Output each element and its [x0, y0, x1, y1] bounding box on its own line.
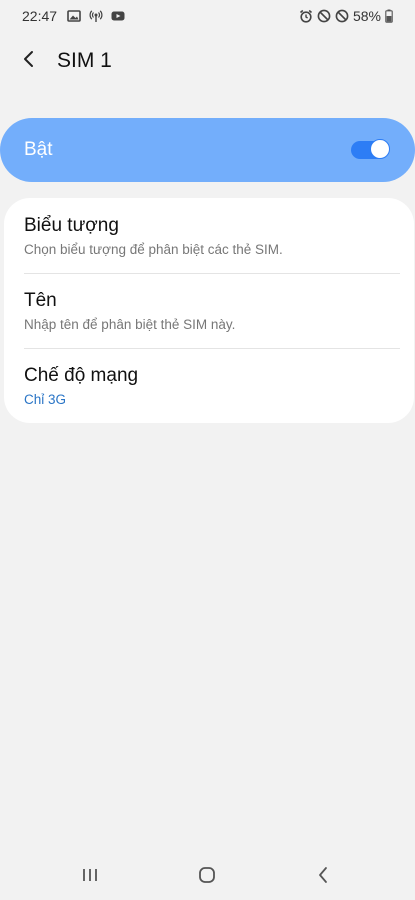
settings-card: Biểu tượng Chọn biểu tượng để phân biệt … [4, 198, 414, 423]
switch-knob [370, 139, 390, 159]
navigation-bar [0, 855, 415, 900]
battery-percent: 58% [352, 8, 381, 24]
back-icon [317, 866, 329, 889]
home-icon [198, 866, 216, 889]
back-button[interactable] [14, 46, 44, 76]
recent-apps-icon [81, 867, 99, 888]
master-switch-label: Bật [24, 139, 53, 160]
setting-title: Tên [24, 290, 57, 311]
youtube-icon [111, 9, 125, 23]
home-button[interactable] [187, 863, 227, 891]
setting-item-network-mode[interactable]: Chế độ mạng Chỉ 3G [4, 349, 414, 423]
app-bar: SIM 1 [0, 40, 415, 84]
setting-subtitle: Chọn biểu tượng để phân biệt các thẻ SIM… [24, 242, 283, 257]
blocked-icon [335, 9, 349, 23]
setting-value: Chỉ 3G [24, 392, 67, 407]
setting-item-name[interactable]: Tên Nhập tên để phân biệt thẻ SIM này. [4, 274, 414, 348]
setting-item-icon[interactable]: Biểu tượng Chọn biểu tượng để phân biệt … [4, 198, 414, 273]
do-not-disturb-icon [317, 9, 331, 23]
alarm-icon [299, 9, 313, 23]
page-title: SIM 1 [57, 49, 112, 72]
status-bar: 22:47 58% [0, 0, 415, 32]
status-time: 22:47 [22, 8, 58, 24]
gallery-icon [67, 9, 81, 23]
recent-apps-button[interactable] [70, 863, 110, 891]
sim-toggle-switch[interactable] [351, 139, 390, 159]
battery-icon [385, 9, 393, 23]
notification-icons [67, 9, 125, 23]
chevron-left-icon [22, 50, 36, 73]
system-status-icons: 58% [299, 8, 393, 24]
wireless-broadcast-icon [89, 9, 103, 23]
master-switch-bar[interactable]: Bật [0, 118, 415, 182]
setting-title: Chế độ mạng [24, 365, 139, 386]
nav-back-button[interactable] [303, 863, 343, 891]
setting-title: Biểu tượng [24, 215, 119, 236]
setting-subtitle: Nhập tên để phân biệt thẻ SIM này. [24, 317, 236, 332]
